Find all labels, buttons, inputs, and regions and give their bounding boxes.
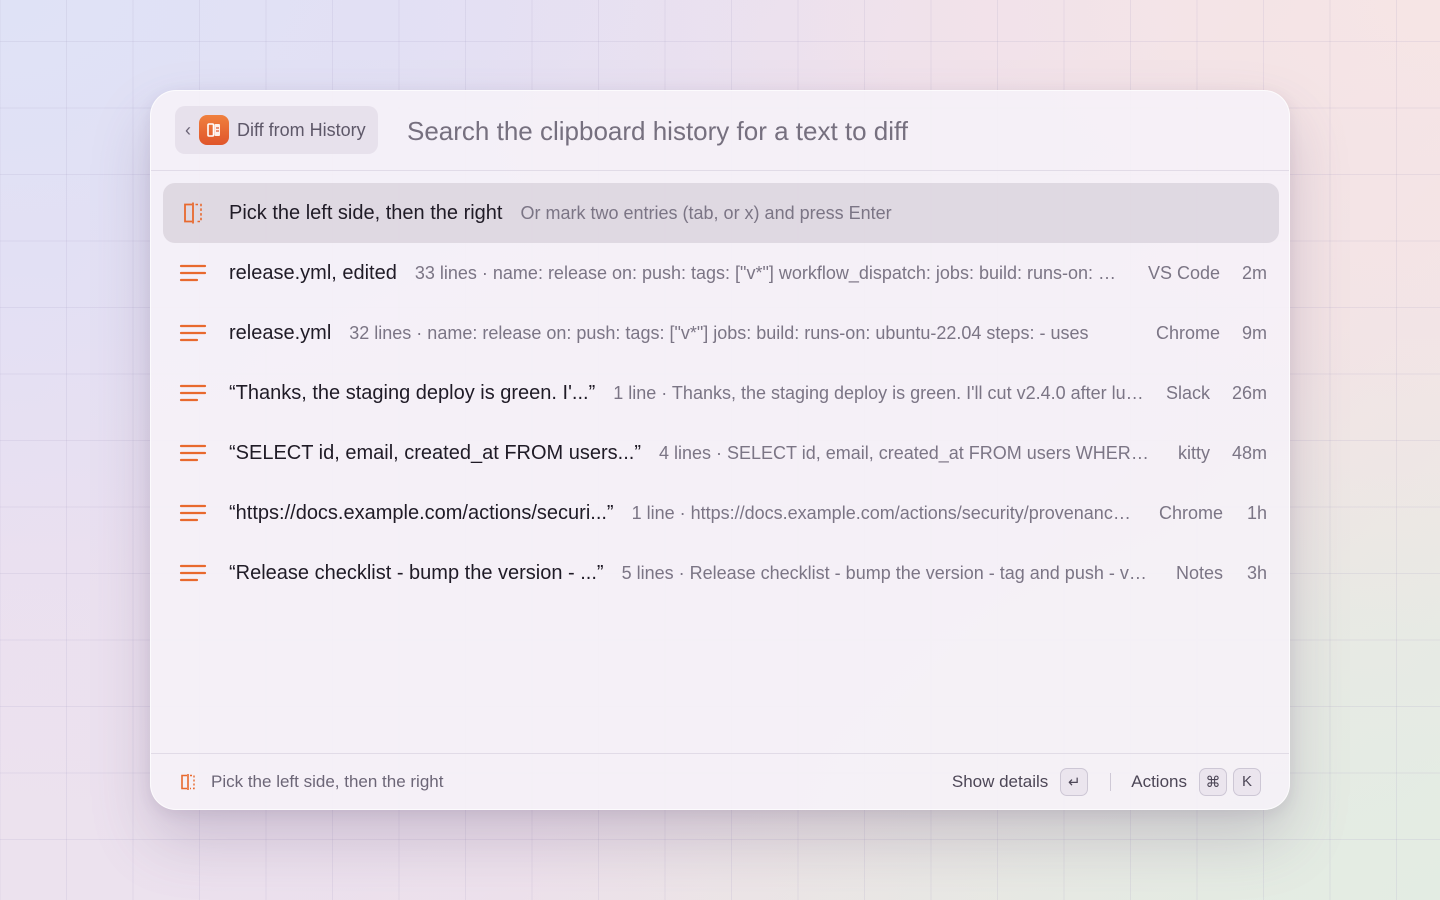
command-title: Diff from History xyxy=(237,119,366,140)
list-item[interactable]: Pick the left side, then the right Or mar… xyxy=(163,183,1279,243)
list-item-time: 1h xyxy=(1246,502,1267,523)
list-item-subtitle: 4 lines · SELECT id, email, created_at F… xyxy=(658,442,1156,463)
list-item-title: “Release checklist - bump the version - … xyxy=(229,561,604,584)
list-item-time: 48m xyxy=(1231,442,1267,463)
list-item-title: “Thanks, the staging deploy is green. I'… xyxy=(229,381,596,404)
back-button[interactable]: ‹ Diff from History xyxy=(175,106,378,154)
list-item-time: 9m xyxy=(1241,322,1267,343)
text-lines-icon xyxy=(179,321,207,345)
list-item-title: “SELECT id, email, created_at FROM users… xyxy=(229,441,641,464)
list-item[interactable]: “https://docs.example.com/actions/securi… xyxy=(163,483,1279,543)
footer-divider xyxy=(1110,772,1112,791)
list-item-source-app: Chrome xyxy=(1155,322,1220,343)
split-compare-icon xyxy=(179,201,207,225)
list-item-subtitle: 1 line · Thanks, the staging deploy is g… xyxy=(613,382,1144,403)
list-item-time: 26m xyxy=(1231,382,1267,403)
actions-button[interactable]: Actions xyxy=(1131,772,1187,792)
list-item-source-app: Chrome xyxy=(1158,502,1223,523)
list-item[interactable]: “Thanks, the staging deploy is green. I'… xyxy=(163,363,1279,423)
list-item-subtitle: 1 line · https://docs.example.com/action… xyxy=(631,502,1137,523)
list-item-source-app: VS Code xyxy=(1147,262,1220,283)
show-details-button[interactable]: Show details xyxy=(952,772,1048,792)
list-item-title: “https://docs.example.com/actions/securi… xyxy=(229,501,614,524)
split-compare-icon xyxy=(179,773,197,791)
text-lines-icon xyxy=(179,381,207,405)
command-key-hint: ⌘ xyxy=(1199,767,1227,796)
text-lines-icon xyxy=(179,561,207,585)
text-lines-icon xyxy=(179,261,207,285)
list-item-subtitle: 32 lines · name: release on: push: tags:… xyxy=(349,322,1089,343)
list-item-title: release.yml xyxy=(229,321,332,344)
header: ‹ Diff from History xyxy=(151,91,1289,171)
list-item[interactable]: “Release checklist - bump the version - … xyxy=(163,543,1279,603)
chevron-left-icon: ‹ xyxy=(185,120,191,140)
list-item[interactable]: release.yml, edited 33 lines · name: rele… xyxy=(163,243,1279,303)
list-item-title: Pick the left side, then the right xyxy=(229,201,503,224)
diff-icon xyxy=(199,115,229,145)
list-item-time: 2m xyxy=(1241,262,1267,283)
list-item[interactable]: release.yml 32 lines · name: release on: … xyxy=(163,303,1279,363)
k-key-hint: K xyxy=(1233,767,1261,796)
footer: Pick the left side, then the right Show … xyxy=(151,753,1289,809)
list-item-subtitle: Or mark two entries (tab, or x) and pres… xyxy=(520,202,892,223)
text-lines-icon xyxy=(179,441,207,465)
list-item-source-app: Slack xyxy=(1165,382,1210,403)
command-window: ‹ Diff from History Pick the left side, … xyxy=(150,90,1290,810)
list-item[interactable]: “SELECT id, email, created_at FROM users… xyxy=(163,423,1279,483)
footer-hint: Pick the left side, then the right xyxy=(211,771,444,791)
list-item-title: release.yml, edited xyxy=(229,261,397,284)
list-item-subtitle: 5 lines · Release checklist - bump the v… xyxy=(621,562,1154,583)
enter-key-hint: ↵ xyxy=(1060,767,1089,796)
list-item-time: 3h xyxy=(1246,562,1267,583)
text-lines-icon xyxy=(179,501,207,525)
search-input[interactable] xyxy=(407,111,1267,151)
list-item-source-app: kitty xyxy=(1177,442,1210,463)
list-item-source-app: Notes xyxy=(1175,562,1223,583)
list-item-subtitle: 33 lines · name: release on: push: tags:… xyxy=(414,262,1126,283)
clipboard-list: Pick the left side, then the right Or mar… xyxy=(163,183,1279,603)
